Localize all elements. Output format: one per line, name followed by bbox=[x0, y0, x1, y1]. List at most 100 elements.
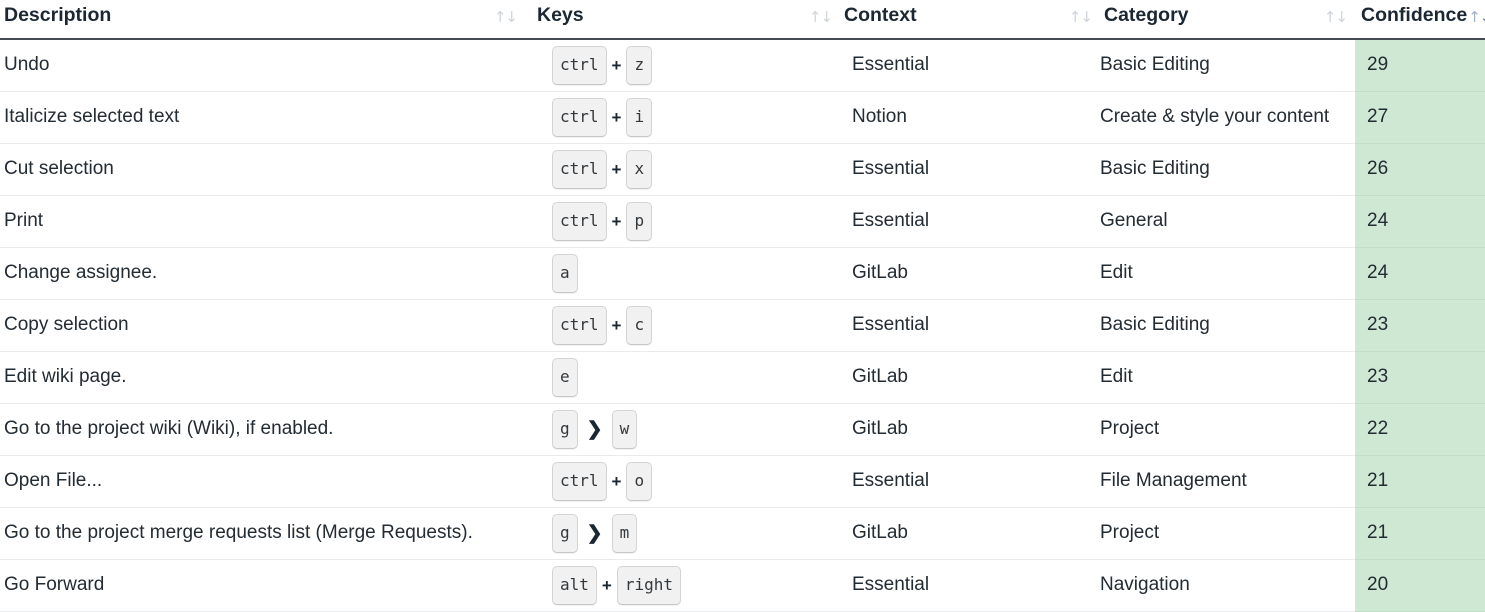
cell-keys: ctrl + c bbox=[527, 299, 836, 352]
key-chip: e bbox=[552, 357, 578, 397]
key-chip: x bbox=[626, 149, 653, 189]
key-chip: c bbox=[626, 305, 653, 345]
table-row[interactable]: Go Forward alt + right Essential Navigation 20 bbox=[0, 559, 1485, 612]
key-plus-separator: + bbox=[611, 471, 622, 491]
cell-confidence: 21 bbox=[1355, 507, 1485, 560]
key-plus-separator: + bbox=[601, 575, 612, 595]
cell-category: File Management bbox=[1098, 455, 1355, 508]
sort-toggle-icon[interactable]: ↑↓ bbox=[1069, 10, 1093, 27]
column-header-keys[interactable]: Keys ↑↓ bbox=[527, 0, 836, 40]
cell-keys: ctrl + x bbox=[527, 143, 836, 196]
cell-keys: a bbox=[527, 247, 836, 300]
cell-description: Cut selection bbox=[0, 143, 527, 196]
cell-confidence: 21 bbox=[1355, 455, 1485, 508]
key-chip: p bbox=[626, 201, 653, 241]
table-header-row: Description ↑↓ Keys ↑↓ Context ↑↓ Catego… bbox=[0, 0, 1485, 40]
key-chip: w bbox=[611, 409, 638, 449]
cell-keys: ctrl + p bbox=[527, 195, 836, 248]
key-chip: g bbox=[552, 409, 578, 449]
key-plus-separator: + bbox=[611, 107, 622, 127]
key-combination: e bbox=[535, 357, 836, 397]
key-plus-separator: + bbox=[611, 55, 622, 75]
cell-category: Create & style your content bbox=[1098, 91, 1355, 144]
key-plus-separator: + bbox=[611, 315, 622, 335]
cell-category: General bbox=[1098, 195, 1355, 248]
cell-category: Edit bbox=[1098, 351, 1355, 404]
key-combination: ctrl + z bbox=[535, 45, 836, 85]
cell-category: Edit bbox=[1098, 247, 1355, 300]
cell-keys: ctrl + z bbox=[527, 39, 836, 92]
key-combination: ctrl + i bbox=[535, 97, 836, 137]
cell-description: Italicize selected text bbox=[0, 91, 527, 144]
cell-keys: ctrl + i bbox=[527, 91, 836, 144]
cell-keys: g ❯ w bbox=[527, 403, 836, 456]
shortcuts-table: Description ↑↓ Keys ↑↓ Context ↑↓ Catego… bbox=[0, 0, 1485, 612]
key-chip: ctrl bbox=[552, 45, 607, 85]
cell-description: Open File... bbox=[0, 455, 527, 508]
cell-confidence: 23 bbox=[1355, 299, 1485, 352]
cell-confidence: 27 bbox=[1355, 91, 1485, 144]
key-chip: ctrl bbox=[552, 461, 607, 501]
cell-context: Essential bbox=[836, 195, 1098, 248]
column-header-label: Category bbox=[1104, 4, 1189, 26]
cell-category: Navigation bbox=[1098, 559, 1355, 612]
key-chip: z bbox=[626, 45, 653, 85]
key-sequence-chevron-icon: ❯ bbox=[586, 522, 603, 544]
sort-toggle-icon[interactable]: ↑↓ bbox=[494, 10, 518, 27]
table-row[interactable]: Go to the project wiki (Wiki), if enable… bbox=[0, 403, 1485, 456]
table-row[interactable]: Go to the project merge requests list (M… bbox=[0, 507, 1485, 560]
table-row[interactable]: Italicize selected text ctrl + i Notion Creat… bbox=[0, 91, 1485, 144]
column-header-category[interactable]: Category ↑↓ bbox=[1098, 0, 1355, 40]
cell-context: GitLab bbox=[836, 403, 1098, 456]
key-combination: ctrl + x bbox=[535, 149, 836, 189]
key-chip: o bbox=[626, 461, 653, 501]
key-plus-separator: + bbox=[611, 159, 622, 179]
cell-description: Undo bbox=[0, 39, 527, 92]
table-row[interactable]: Print ctrl + p Essential General 24 bbox=[0, 195, 1485, 248]
cell-confidence: 24 bbox=[1355, 195, 1485, 248]
cell-confidence: 29 bbox=[1355, 39, 1485, 92]
cell-confidence: 26 bbox=[1355, 143, 1485, 196]
table-row[interactable]: Copy selection ctrl + c Essential Basic Editi… bbox=[0, 299, 1485, 352]
table-header: Description ↑↓ Keys ↑↓ Context ↑↓ Catego… bbox=[0, 0, 1485, 40]
table-row[interactable]: Change assignee. a GitLab Edit 24 bbox=[0, 247, 1485, 300]
table-row[interactable]: Undo ctrl + z Essential Basic Editing 29 bbox=[0, 39, 1485, 92]
key-chip: m bbox=[611, 513, 638, 553]
cell-confidence: 22 bbox=[1355, 403, 1485, 456]
cell-description: Go to the project merge requests list (M… bbox=[0, 507, 527, 560]
column-header-description[interactable]: Description ↑↓ bbox=[0, 0, 527, 40]
key-combination: alt + right bbox=[535, 565, 836, 605]
cell-description: Go Forward bbox=[0, 559, 527, 612]
column-header-context[interactable]: Context ↑↓ bbox=[836, 0, 1098, 40]
key-chip: ctrl bbox=[552, 97, 607, 137]
cell-description: Change assignee. bbox=[0, 247, 527, 300]
table-row[interactable]: Open File... ctrl + o Essential File Manageme… bbox=[0, 455, 1485, 508]
table-row[interactable]: Edit wiki page. e GitLab Edit 23 bbox=[0, 351, 1485, 404]
cell-context: GitLab bbox=[836, 247, 1098, 300]
cell-confidence: 24 bbox=[1355, 247, 1485, 300]
key-chip: ctrl bbox=[552, 149, 607, 189]
cell-category: Project bbox=[1098, 403, 1355, 456]
key-chip: g bbox=[552, 513, 578, 553]
cell-keys: ctrl + o bbox=[527, 455, 836, 508]
key-combination: a bbox=[535, 253, 836, 293]
sort-toggle-icon[interactable]: ↑↓ bbox=[1324, 10, 1348, 27]
column-header-label: Context bbox=[844, 4, 917, 26]
table-row[interactable]: Cut selection ctrl + x Essential Basic Editin… bbox=[0, 143, 1485, 196]
column-header-confidence[interactable]: Confidence ↑↓ bbox=[1355, 0, 1485, 40]
key-chip: alt bbox=[552, 565, 597, 605]
cell-category: Basic Editing bbox=[1098, 299, 1355, 352]
key-combination: ctrl + c bbox=[535, 305, 836, 345]
column-header-label: Description bbox=[4, 4, 112, 26]
sort-descending-active-icon[interactable]: ↑↓ bbox=[1468, 10, 1485, 27]
key-combination: ctrl + o bbox=[535, 461, 836, 501]
cell-context: GitLab bbox=[836, 507, 1098, 560]
table-body: Undo ctrl + z Essential Basic Editing 29 Italic… bbox=[0, 39, 1485, 612]
cell-context: Essential bbox=[836, 39, 1098, 92]
column-header-label: Confidence bbox=[1361, 4, 1468, 26]
sort-toggle-icon[interactable]: ↑↓ bbox=[809, 10, 833, 27]
cell-description: Go to the project wiki (Wiki), if enable… bbox=[0, 403, 527, 456]
cell-category: Project bbox=[1098, 507, 1355, 560]
cell-context: Essential bbox=[836, 143, 1098, 196]
cell-description: Edit wiki page. bbox=[0, 351, 527, 404]
